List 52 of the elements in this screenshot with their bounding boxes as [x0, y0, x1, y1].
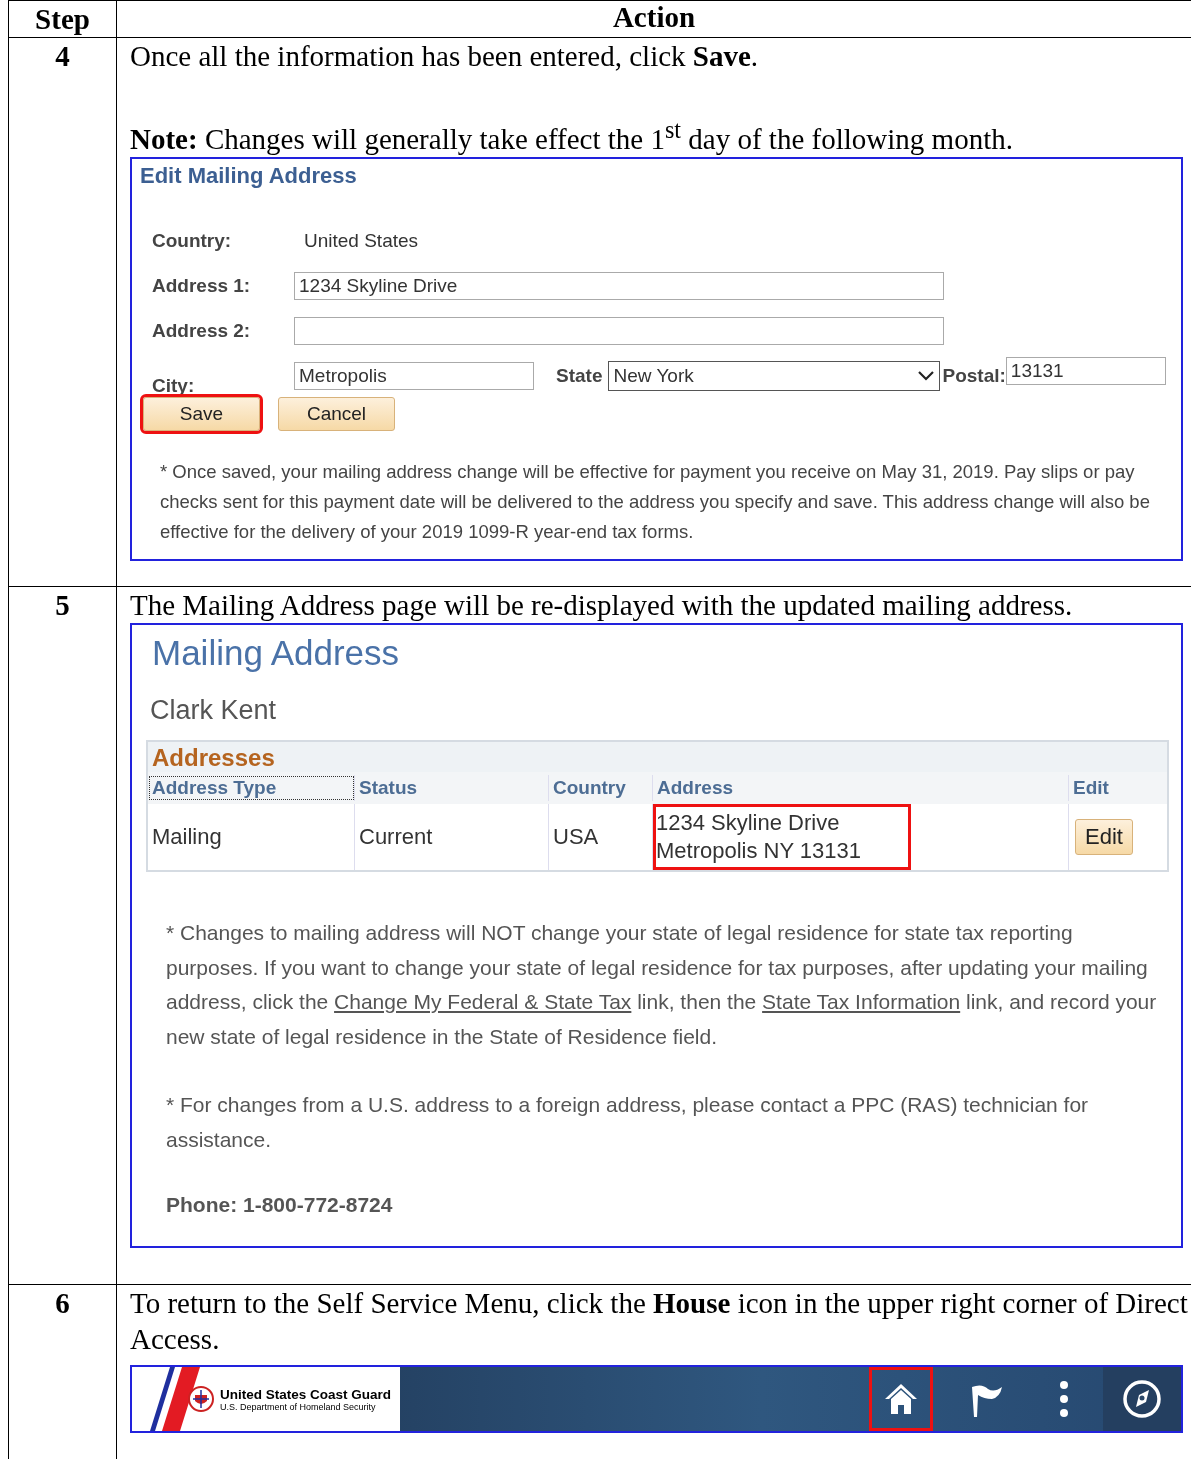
address-2-field[interactable] — [294, 317, 944, 346]
field-label: City: — [151, 374, 196, 398]
text-link[interactable]: Change My Federal & State Tax — [334, 990, 632, 1013]
field-label: Postal: — [942, 365, 1006, 388]
column-header[interactable]: Country — [549, 775, 653, 801]
person-name: Clark Kent — [150, 695, 278, 726]
step-number: 6 — [55, 1287, 70, 1319]
column-header[interactable]: Status — [355, 775, 549, 801]
text-link[interactable]: State Tax Information — [762, 990, 961, 1013]
cancel-button[interactable]: Cancel — [278, 396, 395, 431]
page-title: Mailing Address — [152, 633, 401, 673]
step-number: 5 — [55, 589, 70, 621]
more-vertical-icon — [1059, 1380, 1069, 1418]
table-cell: Mailing — [152, 824, 222, 850]
address-cell: 1234 Skyline Drive Metropolis NY 13131 — [653, 804, 911, 870]
edit-button[interactable]: Edit — [1075, 819, 1133, 855]
column-header[interactable]: Address Type — [148, 775, 355, 801]
compass-button[interactable] — [1103, 1367, 1181, 1431]
postal-field[interactable]: 13131 — [1005, 356, 1166, 385]
footnote-text: * Once saved, your mailing address change will be effective for payment you receive on May 31, 2019. Pay slips or pay checks sent for this payment date will be delivered to the address you specify and save. This address change will also be effective for the delivery of your 2019 1099-R year-end tax forms. — [160, 459, 1151, 544]
address-1-field[interactable]: 1234 Skyline Drive — [294, 272, 944, 301]
instruction-text: Once all the information has been entered, click Save. — [130, 39, 760, 74]
compass-icon — [1122, 1379, 1162, 1419]
save-button[interactable]: Save — [143, 396, 260, 431]
table-cell: USA — [553, 824, 599, 850]
grid-title: Addresses — [151, 743, 276, 772]
step-number: 4 — [55, 40, 70, 72]
phone-text: Phone: 1-800-772-8724 — [166, 1193, 394, 1217]
instruction-text: To return to the Self Service Menu, click the House icon in the upper right corner of Direct Access. — [130, 1286, 1189, 1357]
city-field[interactable]: Metropolis — [294, 362, 534, 391]
country-value: United States — [303, 230, 419, 253]
column-header[interactable]: Edit — [1069, 775, 1167, 801]
organization-name: United States Coast Guard — [220, 1386, 392, 1402]
stripe-emblem-icon — [148, 1367, 200, 1431]
table-cell: Current — [359, 824, 433, 850]
seal-icon — [188, 1386, 214, 1412]
column-header: Step — [35, 3, 90, 35]
state-dropdown[interactable]: New York — [608, 361, 941, 392]
home-button[interactable] — [869, 1367, 933, 1431]
chevron-down-icon — [917, 370, 936, 383]
field-label: State — [556, 365, 603, 388]
field-label: Address 1: — [151, 275, 252, 298]
field-label: Address 2: — [151, 320, 252, 343]
field-label: Country: — [151, 230, 233, 253]
department-name: U.S. Department of Homeland Security — [220, 1401, 377, 1412]
form-title: Edit Mailing Address — [140, 162, 358, 189]
note-text: Note: Changes will generally take effect the 1$^{st}$ day of the following month. — [130, 115, 1014, 157]
note-paragraph: * For changes from a U.S. address to a foreign address, please contact a PPC (RAS) technician for assistance. — [166, 1092, 1090, 1153]
column-header: Action — [612, 1, 696, 33]
note-paragraph: * Changes to mailing address will NOT change your state of legal residence for state tax reporting purposes. If you want to change your state of legal residence for tax purposes, after updating your mailing address, click the Change My Federal & State Tax link, then the State Tax Information link, and record your new state of legal residence in the State of Residence field. — [166, 920, 1158, 1050]
instruction-text: The Mailing Address page will be re-displayed with the updated mailing address. — [130, 588, 1074, 623]
column-header[interactable]: Address — [653, 775, 1069, 801]
